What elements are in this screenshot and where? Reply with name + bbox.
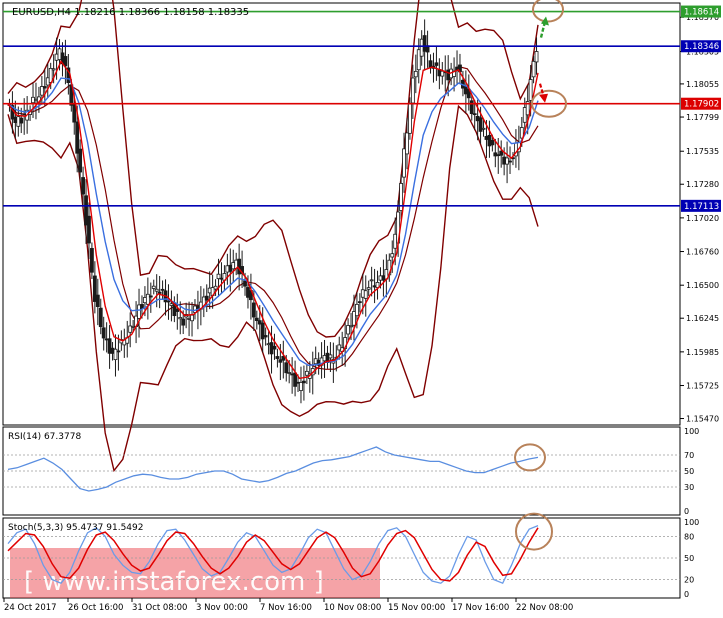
candle-body xyxy=(154,288,159,292)
candle-body xyxy=(98,307,103,328)
candle-body xyxy=(287,372,292,374)
candle-body xyxy=(366,287,371,290)
candle-body xyxy=(299,382,303,391)
candle-body xyxy=(328,354,333,359)
candle-body xyxy=(408,103,412,134)
candle-body xyxy=(151,285,156,289)
candle-body xyxy=(204,295,209,301)
price-tick-label: 1.17535 xyxy=(686,147,719,156)
stoch-axis-label: 100 xyxy=(684,518,699,527)
candle-body xyxy=(490,140,495,146)
candle-body xyxy=(251,302,256,318)
stoch-label: Stoch(5,3,3) 95.4737 91.5492 xyxy=(8,523,143,533)
candle-body xyxy=(243,280,247,287)
stoch-axis-label: 20 xyxy=(684,576,694,585)
candle-body xyxy=(263,335,268,338)
rsi-axis-label: 70 xyxy=(684,451,694,460)
candle-body xyxy=(157,291,162,294)
candle-body xyxy=(78,148,83,173)
time-label: 15 Nov 00:00 xyxy=(388,603,445,613)
stoch-axis-label: 80 xyxy=(684,532,694,541)
time-label: 22 Nov 08:00 xyxy=(516,603,573,613)
candle-body xyxy=(302,380,306,384)
candle-body xyxy=(90,248,94,273)
candle-body xyxy=(469,100,474,115)
time-label: 24 Oct 2017 xyxy=(4,603,57,613)
candle-body xyxy=(531,60,536,78)
candle-body xyxy=(413,70,418,78)
candle-body xyxy=(355,303,359,317)
rsi-axis-label: 30 xyxy=(684,483,694,492)
rsi-axis-label: 100 xyxy=(684,427,699,436)
price-tick-label: 1.15470 xyxy=(686,415,719,424)
candle-body xyxy=(160,288,165,291)
candle-body xyxy=(472,113,477,116)
price-tick-label: 1.17020 xyxy=(686,214,719,223)
watermark-text: [ www.instaforex.com ] xyxy=(24,567,324,597)
price-tick-label: 1.17280 xyxy=(686,180,719,189)
level-label: 1.17902 xyxy=(684,100,719,110)
candle-body xyxy=(42,86,47,89)
price-tick-label: 1.16245 xyxy=(686,314,719,323)
candle-body xyxy=(534,51,539,63)
candle-body xyxy=(81,177,85,195)
price-tick-label: 1.15725 xyxy=(686,382,719,391)
time-label: 7 Nov 16:00 xyxy=(260,603,312,613)
price-tick-label: 1.16760 xyxy=(686,248,719,257)
stoch-axis-label: 50 xyxy=(684,554,694,563)
rsi-axis-label: 0 xyxy=(684,507,689,516)
price-tick-label: 1.18055 xyxy=(686,80,719,89)
candle-body xyxy=(284,362,289,374)
candle-body xyxy=(293,372,297,387)
rsi-label: RSI(14) 67.3778 xyxy=(8,432,81,442)
candle-body xyxy=(405,132,409,155)
candle-body xyxy=(63,56,68,67)
main-price-panel xyxy=(2,2,681,426)
candle-body xyxy=(357,301,362,304)
candle-body xyxy=(390,253,395,258)
candle-body xyxy=(48,67,53,83)
price-tick-label: 1.16500 xyxy=(686,281,719,290)
level-label: 1.17113 xyxy=(684,202,719,212)
candle-body xyxy=(410,77,415,104)
chart-frame: [ www.instaforex.com ] 1.185701.183051.1… xyxy=(0,0,723,618)
time-label: 17 Nov 16:00 xyxy=(452,603,509,613)
candle-body xyxy=(363,290,368,299)
candle-body xyxy=(148,295,153,298)
candle-body xyxy=(116,350,121,353)
time-label: 26 Oct 16:00 xyxy=(68,603,123,613)
candle-body xyxy=(213,285,218,290)
candle-body xyxy=(481,127,486,130)
candle-body xyxy=(51,68,56,71)
candle-body xyxy=(190,314,194,322)
candle-body xyxy=(369,279,374,282)
candle-body xyxy=(87,215,91,244)
candle-body xyxy=(272,345,277,350)
candle-body xyxy=(95,294,100,307)
candle-body xyxy=(19,117,24,124)
time-label: 31 Oct 08:00 xyxy=(132,603,187,613)
rsi-axis-label: 50 xyxy=(684,467,694,476)
stoch-axis-label: 0 xyxy=(684,590,689,599)
level-label: 1.18614 xyxy=(684,8,719,18)
candle-body xyxy=(178,317,183,320)
candle-body xyxy=(181,318,186,326)
price-tick-label: 1.15985 xyxy=(686,348,719,357)
candle-body xyxy=(434,62,439,66)
time-label: 10 Nov 08:00 xyxy=(324,603,381,613)
candle-body xyxy=(528,79,533,101)
price-tick-label: 1.17799 xyxy=(686,113,719,122)
candle-body xyxy=(72,104,77,123)
candle-body xyxy=(75,121,80,154)
candle-body xyxy=(508,160,512,163)
time-label: 3 Nov 00:00 xyxy=(196,603,248,613)
candle-body xyxy=(499,150,504,156)
watermark: [ www.instaforex.com ] xyxy=(10,548,380,598)
candle-body xyxy=(166,300,171,303)
candle-body xyxy=(349,325,353,328)
candle-body xyxy=(275,356,280,359)
candle-body xyxy=(101,327,106,339)
level-label: 1.18346 xyxy=(684,42,719,52)
chart-header: EURUSD,H4 1.18216 1.18366 1.18158 1.1833… xyxy=(12,7,249,18)
